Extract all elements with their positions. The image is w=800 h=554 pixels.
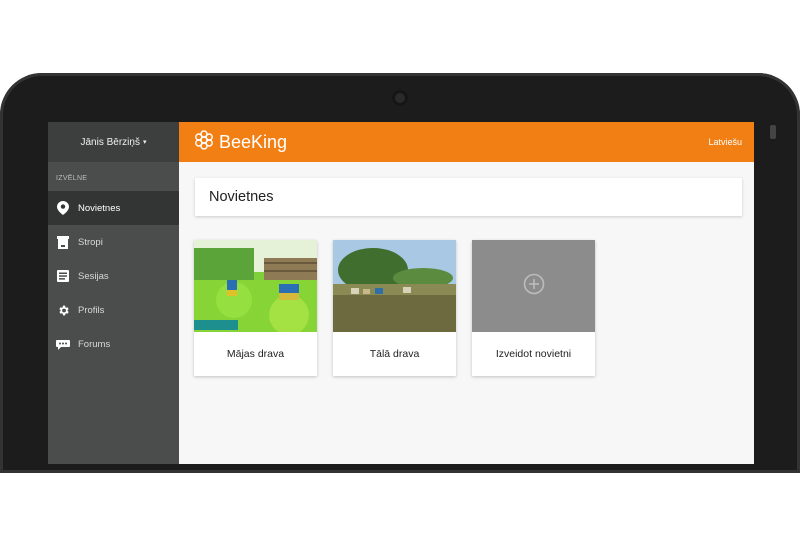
apiary-card-majas[interactable]: Mājas drava bbox=[194, 240, 317, 376]
chevron-down-icon: ▾ bbox=[142, 139, 147, 146]
main-content: Novietnes Mājas drava Tālā drava Izveido… bbox=[179, 162, 754, 464]
sidebar-item-label: Sesijas bbox=[78, 270, 109, 282]
top-bar: BeeKing Latviešu bbox=[179, 122, 754, 162]
honeycomb-flower-icon bbox=[193, 129, 215, 156]
sidebar-item-label: Stropi bbox=[78, 236, 103, 248]
garden-apiary-photo bbox=[194, 240, 317, 332]
device-button bbox=[770, 125, 776, 139]
app-screen: Jānis Bērziņš ▾ IZVĒLNE Novietnes Stropi… bbox=[48, 122, 754, 464]
create-apiary-card[interactable]: Izveidot novietni bbox=[472, 240, 595, 376]
sidebar-item-stropi[interactable]: Stropi bbox=[48, 225, 179, 259]
sidebar-item-label: Novietnes bbox=[78, 202, 121, 214]
card-label: Izveidot novietni bbox=[495, 348, 572, 360]
menu-heading: IZVĒLNE bbox=[56, 175, 88, 182]
camera-icon bbox=[392, 90, 408, 106]
map-pin-icon bbox=[56, 201, 70, 215]
brand-name: BeeKing bbox=[219, 131, 288, 152]
sidebar-item-profils[interactable]: Profils bbox=[48, 293, 179, 327]
gear-icon bbox=[56, 303, 70, 317]
user-name: Jānis Bērziņš bbox=[80, 136, 140, 148]
list-icon bbox=[56, 269, 70, 283]
language-selector[interactable]: Latviešu bbox=[708, 137, 754, 147]
user-menu[interactable]: Jānis Bērziņš ▾ bbox=[48, 122, 179, 162]
sidebar-item-sesijas[interactable]: Sesijas bbox=[48, 259, 179, 293]
brand[interactable]: BeeKing bbox=[179, 129, 287, 156]
page-title: Novietnes bbox=[195, 178, 742, 216]
card-label: Tālā drava bbox=[369, 348, 420, 360]
apiary-card-tala[interactable]: Tālā drava bbox=[333, 240, 456, 376]
sidebar-item-novietnes[interactable]: Novietnes bbox=[48, 191, 179, 225]
hive-box-icon bbox=[56, 235, 70, 249]
sidebar-item-forums[interactable]: Forums bbox=[48, 327, 179, 361]
sidebar-item-label: Profils bbox=[78, 304, 105, 316]
chat-icon bbox=[56, 337, 70, 351]
field-apiary-photo bbox=[333, 240, 456, 332]
create-placeholder bbox=[472, 240, 595, 332]
sidebar: Jānis Bērziņš ▾ IZVĒLNE Novietnes Stropi… bbox=[48, 122, 179, 464]
card-label: Mājas drava bbox=[226, 348, 285, 360]
sidebar-item-label: Forums bbox=[78, 338, 111, 350]
add-circle-icon bbox=[523, 273, 545, 300]
